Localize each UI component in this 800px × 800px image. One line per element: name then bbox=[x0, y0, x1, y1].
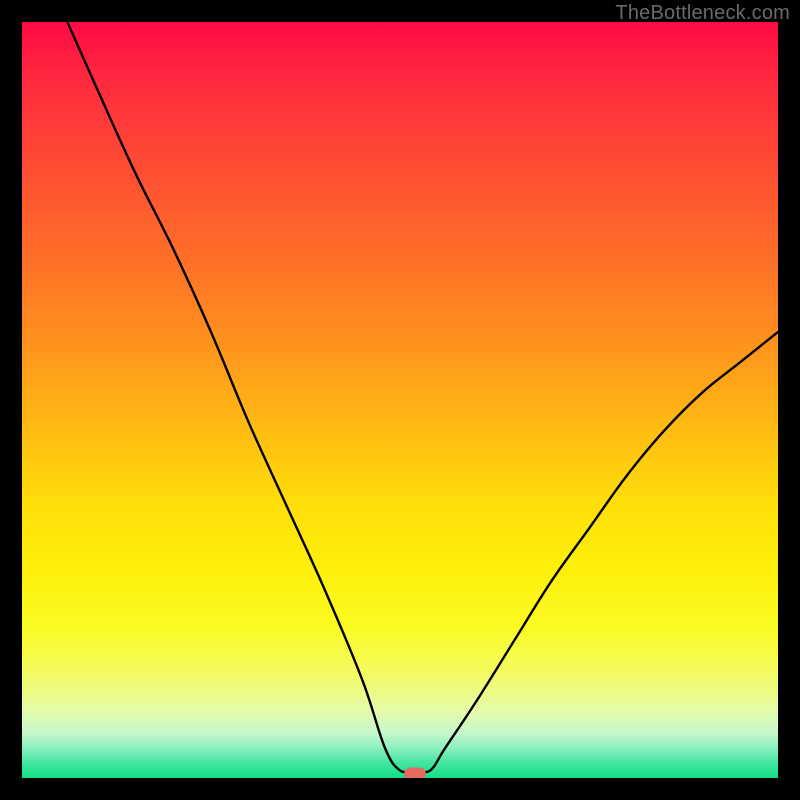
chart-stage: TheBottleneck.com bbox=[0, 0, 800, 800]
plot-area bbox=[22, 22, 778, 778]
watermark-text: TheBottleneck.com bbox=[615, 2, 790, 25]
bottleneck-curve bbox=[22, 22, 778, 778]
optimum-marker bbox=[404, 768, 426, 778]
